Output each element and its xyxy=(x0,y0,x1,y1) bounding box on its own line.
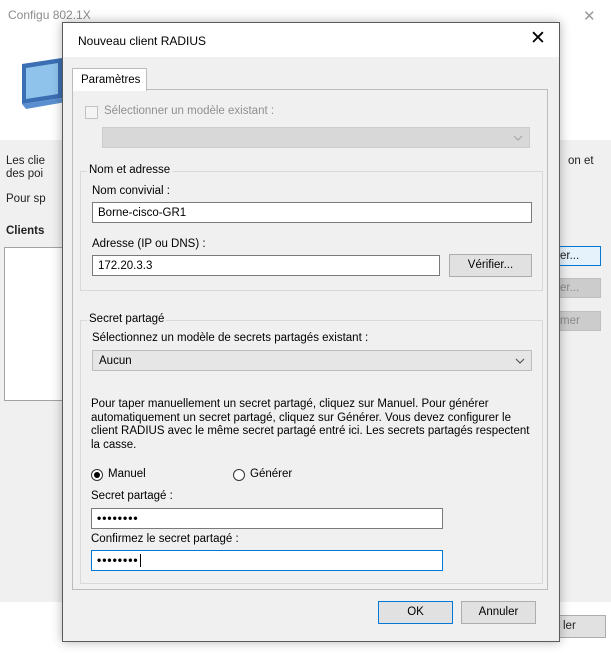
clients-label: Clients xyxy=(6,225,45,237)
template-combo[interactable] xyxy=(102,127,530,148)
background-text-line: on et xyxy=(568,155,594,167)
background-text-line: Les clie xyxy=(6,155,45,167)
text-caret xyxy=(139,554,141,568)
background-remove-button[interactable]: mer xyxy=(553,311,601,331)
manual-radio[interactable] xyxy=(91,469,103,481)
friendly-name-label: Nom convivial : xyxy=(92,185,170,197)
clients-list[interactable] xyxy=(4,247,66,401)
background-window-title: Configu 802.1X xyxy=(8,8,91,22)
shared-secret-group-caption: Secret partagé xyxy=(87,313,167,325)
secret-template-label: Sélectionnez un modèle de secrets partag… xyxy=(92,332,369,344)
background-close-icon[interactable]: ✕ xyxy=(583,7,596,25)
help-text: Pour taper manuellement un secret partag… xyxy=(91,398,530,451)
close-icon[interactable]: ✕ xyxy=(530,29,546,49)
generate-radio[interactable] xyxy=(233,469,245,481)
confirm-secret-input[interactable]: •••••••• xyxy=(91,550,443,571)
dialog-title: Nouveau client RADIUS xyxy=(78,34,207,48)
tab-parametres[interactable]: Paramètres xyxy=(72,68,147,91)
confirm-secret-value: •••••••• xyxy=(97,553,139,567)
background-cancel-button[interactable]: ler xyxy=(556,615,606,638)
address-value: 172.20.3.3 xyxy=(98,260,153,272)
address-input[interactable]: 172.20.3.3 xyxy=(92,255,440,276)
shared-secret-input[interactable]: •••••••• xyxy=(91,508,443,529)
tab-label: Paramètres xyxy=(81,74,141,86)
background-text-line: Pour sp xyxy=(6,193,46,205)
manual-radio-label[interactable]: Manuel xyxy=(108,468,146,480)
shared-secret-label: Secret partagé : xyxy=(91,490,173,502)
address-label: Adresse (IP ou DNS) : xyxy=(92,238,206,250)
friendly-name-value: Borne-cisco-GR1 xyxy=(98,207,187,219)
template-checkbox-label: Sélectionner un modèle existant : xyxy=(104,105,275,117)
cancel-button[interactable]: Annuler xyxy=(461,601,536,624)
ok-button[interactable]: OK xyxy=(378,601,453,624)
dialog-titlebar: Nouveau client RADIUS ✕ xyxy=(63,23,559,57)
name-address-group-caption: Nom et adresse xyxy=(87,164,173,176)
shared-secret-value: •••••••• xyxy=(97,511,139,525)
friendly-name-input[interactable]: Borne-cisco-GR1 xyxy=(92,202,532,223)
background-text-line: des poi xyxy=(6,168,44,180)
confirm-secret-display: •••••••• xyxy=(97,553,141,568)
secret-template-combo[interactable]: Aucun xyxy=(92,350,532,371)
generate-radio-label[interactable]: Générer xyxy=(250,468,292,480)
background-add-button[interactable]: er... xyxy=(553,246,601,266)
secret-template-value: Aucun xyxy=(99,355,132,367)
new-radius-client-dialog: Nouveau client RADIUS ✕ Paramètres Sélec… xyxy=(62,22,560,642)
background-edit-button[interactable]: er... xyxy=(553,278,601,298)
confirm-secret-label: Confirmez le secret partagé : xyxy=(91,533,239,545)
chevron-down-icon xyxy=(515,358,525,364)
template-checkbox[interactable] xyxy=(85,106,98,119)
monitor-icon xyxy=(22,58,66,109)
chevron-down-icon xyxy=(513,135,523,141)
verify-button[interactable]: Vérifier... xyxy=(449,254,532,277)
